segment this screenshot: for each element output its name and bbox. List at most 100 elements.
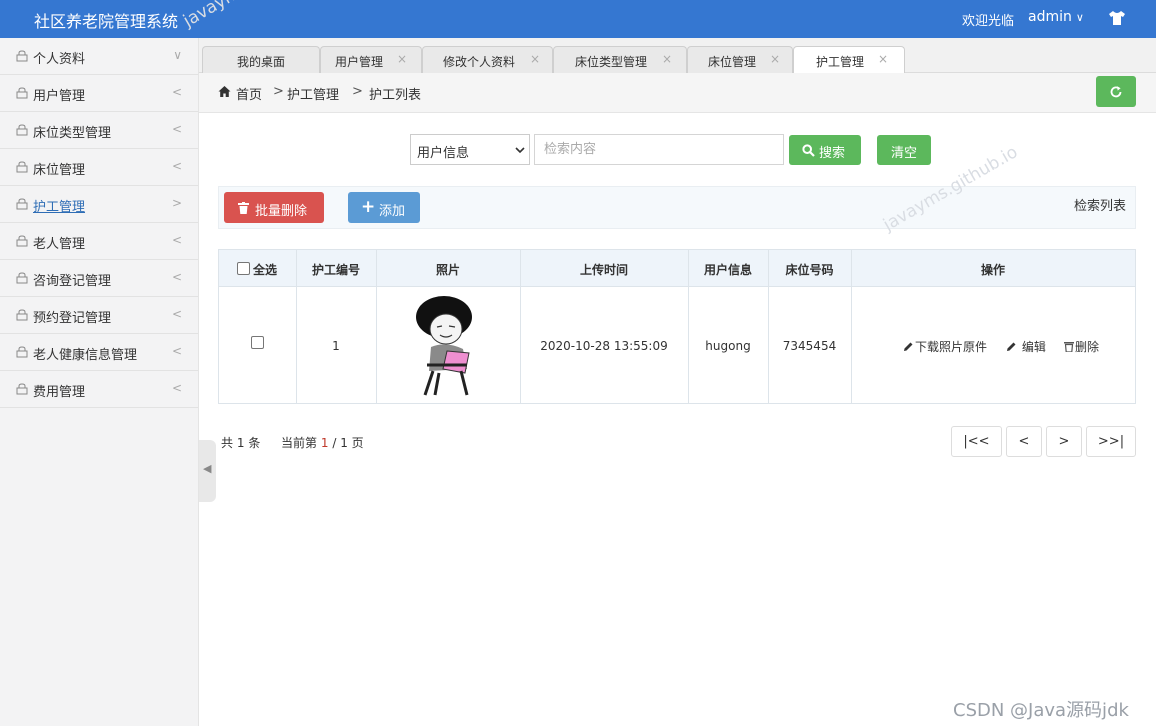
column-header-select-all[interactable]: 全选 <box>253 261 277 278</box>
sidebar: 个人资料 ∨ 用户管理 < 床位类型管理 < 床位管理 < 护工管理 > 老人管… <box>0 38 199 726</box>
breadcrumb-caregiver-management[interactable]: 护工管理 <box>287 84 339 103</box>
lock-icon <box>16 87 28 99</box>
prev-page-button[interactable]: < <box>1006 426 1042 457</box>
pager-pages-suffix: 页 <box>351 436 364 450</box>
batch-delete-label: 批量删除 <box>255 204 308 219</box>
trash-icon <box>238 202 249 214</box>
column-divider <box>296 250 297 403</box>
sidebar-item-users[interactable]: 用户管理 < <box>0 75 198 112</box>
welcome-text: 欢迎光临 <box>962 14 1015 29</box>
sidebar-item-elders[interactable]: 老人管理 < <box>0 223 198 260</box>
lock-icon <box>16 383 28 395</box>
download-photo-link[interactable]: 下载照片原件 <box>903 338 987 355</box>
sidebar-item-profile[interactable]: 个人资料 ∨ <box>0 38 198 75</box>
edit-link[interactable]: 编辑 <box>1006 338 1046 355</box>
search-field-select[interactable]: 用户信息 <box>410 134 530 165</box>
search-input[interactable] <box>534 134 784 165</box>
search-button[interactable]: 搜索 <box>789 135 861 165</box>
refresh-icon <box>1110 86 1122 98</box>
clear-button-label: 清空 <box>891 146 918 161</box>
tab-label: 护工管理 <box>816 55 865 69</box>
chevron-down-icon <box>515 147 525 154</box>
column-divider <box>768 250 769 403</box>
column-header-user: 用户信息 <box>703 263 752 277</box>
column-header-bed: 床位号码 <box>785 263 834 277</box>
chevron-right-icon: > <box>171 196 182 210</box>
close-icon[interactable]: × <box>530 52 540 66</box>
sidebar-item-label: 老人管理 <box>33 237 86 252</box>
sidebar-item-caregivers[interactable]: 护工管理 > <box>0 186 198 223</box>
chevron-left-icon: < <box>171 159 182 173</box>
select-all-checkbox[interactable] <box>237 262 250 275</box>
sidebar-collapse-toggle[interactable]: ◀ <box>199 440 216 502</box>
close-icon[interactable]: × <box>770 52 780 66</box>
breadcrumb: 首页 > 护工管理 > 护工列表 <box>199 73 1156 113</box>
column-divider <box>851 250 852 403</box>
pager-slash: / <box>332 436 337 450</box>
chevron-left-icon: < <box>171 270 182 284</box>
sidebar-item-fees[interactable]: 费用管理 < <box>0 371 198 408</box>
pencil-icon <box>1007 342 1016 351</box>
search-icon <box>802 144 815 157</box>
column-header-id: 护工编号 <box>311 263 360 277</box>
pager-total-count: 1 <box>236 436 245 450</box>
tab-bed-management[interactable]: 床位管理 × <box>687 46 793 73</box>
search-button-label: 搜索 <box>819 146 846 161</box>
theme-shirt-icon[interactable] <box>1108 9 1126 27</box>
row-checkbox[interactable] <box>251 336 264 349</box>
lock-icon <box>16 309 28 321</box>
download-photo-label: 下载照片原件 <box>915 340 988 354</box>
cell-user: hugong <box>705 339 751 353</box>
tab-user-management[interactable]: 用户管理 × <box>320 46 422 73</box>
lock-icon <box>16 198 28 210</box>
trash-icon <box>1064 342 1074 353</box>
delete-label: 删除 <box>1075 340 1100 354</box>
sidebar-item-consultations[interactable]: 咨询登记管理 < <box>0 260 198 297</box>
sidebar-item-bed-types[interactable]: 床位类型管理 < <box>0 112 198 149</box>
tab-bed-type-management[interactable]: 床位类型管理 × <box>553 46 687 73</box>
sidebar-item-label: 个人资料 <box>33 52 86 67</box>
username: admin <box>1028 9 1072 25</box>
clear-button[interactable]: 清空 <box>877 135 931 165</box>
chevron-down-icon: ∨ <box>173 48 182 62</box>
sidebar-item-health[interactable]: 老人健康信息管理 < <box>0 334 198 371</box>
batch-delete-button[interactable]: 批量删除 <box>224 192 324 223</box>
lock-icon <box>16 50 28 62</box>
csdn-watermark: CSDN @Java源码jdk <box>953 700 1129 721</box>
tab-caregiver-management[interactable]: 护工管理 × <box>793 46 905 74</box>
pager-total-suffix: 条 <box>248 436 261 450</box>
top-header: 社区养老院管理系统 欢迎光临 admin ∨ <box>0 0 1156 38</box>
last-page-button[interactable]: >>| <box>1086 426 1136 457</box>
column-header-photo: 照片 <box>435 263 460 277</box>
tab-bar: 我的桌面 用户管理 × 修改个人资料 × 床位类型管理 × 床位管理 × 护工管… <box>199 38 1156 74</box>
breadcrumb-home[interactable]: 首页 <box>236 84 262 103</box>
lock-icon <box>16 346 28 358</box>
add-button[interactable]: + 添加 <box>348 192 420 223</box>
app-title: 社区养老院管理系统 <box>34 12 179 31</box>
sidebar-item-beds[interactable]: 床位管理 < <box>0 149 198 186</box>
tab-edit-profile[interactable]: 修改个人资料 × <box>422 46 553 73</box>
next-page-button[interactable]: > <box>1046 426 1082 457</box>
chevron-left-icon: < <box>171 381 182 395</box>
tab-label: 用户管理 <box>335 55 384 69</box>
chevron-left-icon: < <box>171 307 182 321</box>
pager-total-prefix: 共 <box>221 436 234 450</box>
close-icon[interactable]: × <box>397 52 407 66</box>
table-header: 全选 护工编号 照片 上传时间 用户信息 床位号码 操作 <box>219 250 1135 287</box>
sidebar-item-label: 老人健康信息管理 <box>33 348 138 363</box>
column-header-upload-time: 上传时间 <box>579 263 628 277</box>
first-page-button[interactable]: |<< <box>951 426 1002 457</box>
breadcrumb-separator: > <box>273 84 284 99</box>
sidebar-item-appointments[interactable]: 预约登记管理 < <box>0 297 198 334</box>
refresh-button[interactable] <box>1096 76 1136 107</box>
first-page-label: |<< <box>963 434 990 449</box>
column-divider <box>376 250 377 403</box>
close-icon[interactable]: × <box>878 52 888 66</box>
cell-bed: 7345454 <box>782 339 837 353</box>
select-value: 用户信息 <box>417 146 470 161</box>
close-icon[interactable]: × <box>662 52 672 66</box>
chevron-left-icon: < <box>171 85 182 99</box>
tab-my-desktop[interactable]: 我的桌面 <box>202 46 320 73</box>
user-menu[interactable]: admin ∨ <box>1028 9 1084 25</box>
delete-link[interactable]: 删除 <box>1064 338 1099 355</box>
